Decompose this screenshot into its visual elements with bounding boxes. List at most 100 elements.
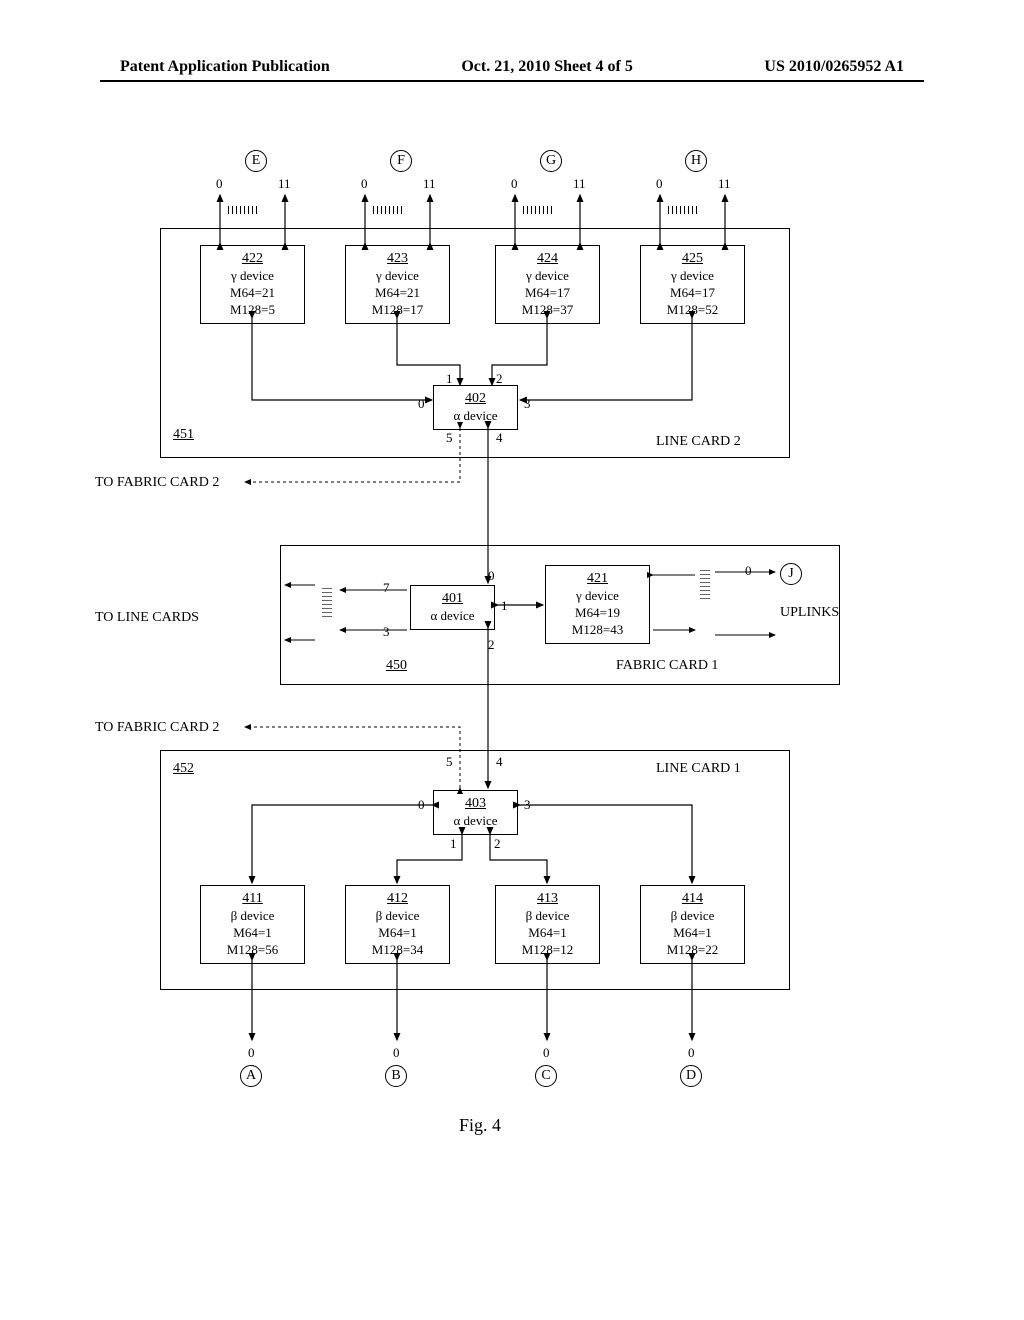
device-ref: 401: [414, 590, 491, 608]
device-type: α device: [437, 408, 514, 425]
port-0: 0: [488, 568, 495, 584]
port-5: 5: [446, 754, 453, 770]
port-3: 3: [524, 396, 531, 412]
header-left: Patent Application Publication: [120, 58, 330, 76]
device-type: γ device: [499, 268, 596, 285]
endpoint-H: H: [685, 150, 707, 172]
tick-col: [700, 570, 710, 599]
device-421: 421 γ device M64=19 M128=43: [545, 565, 650, 644]
device-m64: M64=1: [499, 925, 596, 942]
port-0: 0: [418, 396, 425, 412]
device-type: γ device: [204, 268, 301, 285]
endpoint-A: A: [240, 1065, 262, 1087]
device-423: 423 γ device M64=21 M128=17: [345, 245, 450, 324]
device-401: 401 α device: [410, 585, 495, 630]
device-413: 413 β device M64=1 M128=12: [495, 885, 600, 964]
device-m64: M64=1: [644, 925, 741, 942]
figure-diagram: E F G H 0 11 0 11 0 11 0 11 451 LINE CAR…: [100, 150, 860, 1230]
port-0-C: 0: [543, 1045, 550, 1061]
device-m128: M128=56: [204, 942, 301, 959]
port-0-A: 0: [248, 1045, 255, 1061]
page-header: Patent Application Publication Oct. 21, …: [0, 58, 1024, 76]
label-to-fabric-2b: TO FABRIC CARD 2: [95, 720, 219, 736]
port-4: 4: [496, 754, 503, 770]
endpoint-C: C: [535, 1065, 557, 1087]
device-ref: 421: [549, 570, 646, 588]
device-ref: 412: [349, 890, 446, 908]
device-m64: M64=1: [349, 925, 446, 942]
device-type: α device: [414, 608, 491, 625]
device-m64: M64=21: [349, 285, 446, 302]
label-to-fabric-2: TO FABRIC CARD 2: [95, 475, 219, 491]
device-ref: 413: [499, 890, 596, 908]
port-0: 0: [418, 797, 425, 813]
device-m128: M128=5: [204, 302, 301, 319]
port-low: 0: [216, 176, 223, 192]
header-right: US 2010/0265952 A1: [764, 58, 904, 76]
port-high: 11: [573, 176, 586, 192]
figure-caption: Fig. 4: [100, 1115, 860, 1136]
device-425: 425 γ device M64=17 M128=52: [640, 245, 745, 324]
device-422: 422 γ device M64=21 M128=5: [200, 245, 305, 324]
tick-row: [373, 206, 402, 214]
device-412: 412 β device M64=1 M128=34: [345, 885, 450, 964]
tick-row: [668, 206, 697, 214]
port-2: 2: [496, 371, 503, 387]
device-m128: M128=12: [499, 942, 596, 959]
port-3: 3: [524, 797, 531, 813]
device-ref: 424: [499, 250, 596, 268]
card-ref-451: 451: [173, 427, 194, 443]
device-ref: 425: [644, 250, 741, 268]
card-ref-452: 452: [173, 761, 194, 777]
header-center: Oct. 21, 2010 Sheet 4 of 5: [461, 58, 633, 76]
device-type: β device: [644, 908, 741, 925]
device-m64: M64=17: [644, 285, 741, 302]
device-m64: M64=21: [204, 285, 301, 302]
endpoint-F: F: [390, 150, 412, 172]
port-0-uplink: 0: [745, 563, 752, 579]
endpoint-E: E: [245, 150, 267, 172]
device-type: β device: [204, 908, 301, 925]
device-ref: 414: [644, 890, 741, 908]
port-high: 11: [423, 176, 436, 192]
device-type: β device: [349, 908, 446, 925]
device-m64: M64=19: [549, 605, 646, 622]
port-high: 11: [718, 176, 731, 192]
device-m64: M64=1: [204, 925, 301, 942]
device-414: 414 β device M64=1 M128=22: [640, 885, 745, 964]
device-ref: 403: [437, 795, 514, 813]
port-7: 7: [383, 580, 390, 596]
port-1: 1: [450, 836, 457, 852]
tick-row: [228, 206, 257, 214]
endpoint-D: D: [680, 1065, 702, 1087]
device-m128: M128=37: [499, 302, 596, 319]
device-type: γ device: [349, 268, 446, 285]
device-402: 402 α device: [433, 385, 518, 430]
card-label-linecard1: LINE CARD 1: [656, 761, 741, 777]
device-ref: 423: [349, 250, 446, 268]
port-0-B: 0: [393, 1045, 400, 1061]
port-low: 0: [656, 176, 663, 192]
port-high: 11: [278, 176, 291, 192]
device-m64: M64=17: [499, 285, 596, 302]
device-type: α device: [437, 813, 514, 830]
device-m128: M128=43: [549, 622, 646, 639]
device-411: 411 β device M64=1 M128=56: [200, 885, 305, 964]
port-low: 0: [361, 176, 368, 192]
device-m128: M128=22: [644, 942, 741, 959]
tick-col: [322, 588, 332, 617]
device-m128: M128=52: [644, 302, 741, 319]
card-ref-450: 450: [386, 658, 407, 674]
endpoint-J: J: [780, 563, 802, 585]
endpoint-G: G: [540, 150, 562, 172]
tick-row: [523, 206, 552, 214]
endpoint-B: B: [385, 1065, 407, 1087]
device-m128: M128=34: [349, 942, 446, 959]
label-uplinks: UPLINKS: [780, 605, 839, 621]
port-1: 1: [501, 598, 508, 614]
device-m128: M128=17: [349, 302, 446, 319]
device-type: γ device: [549, 588, 646, 605]
card-label-linecard2: LINE CARD 2: [656, 434, 741, 450]
port-2: 2: [488, 637, 495, 653]
device-ref: 411: [204, 890, 301, 908]
